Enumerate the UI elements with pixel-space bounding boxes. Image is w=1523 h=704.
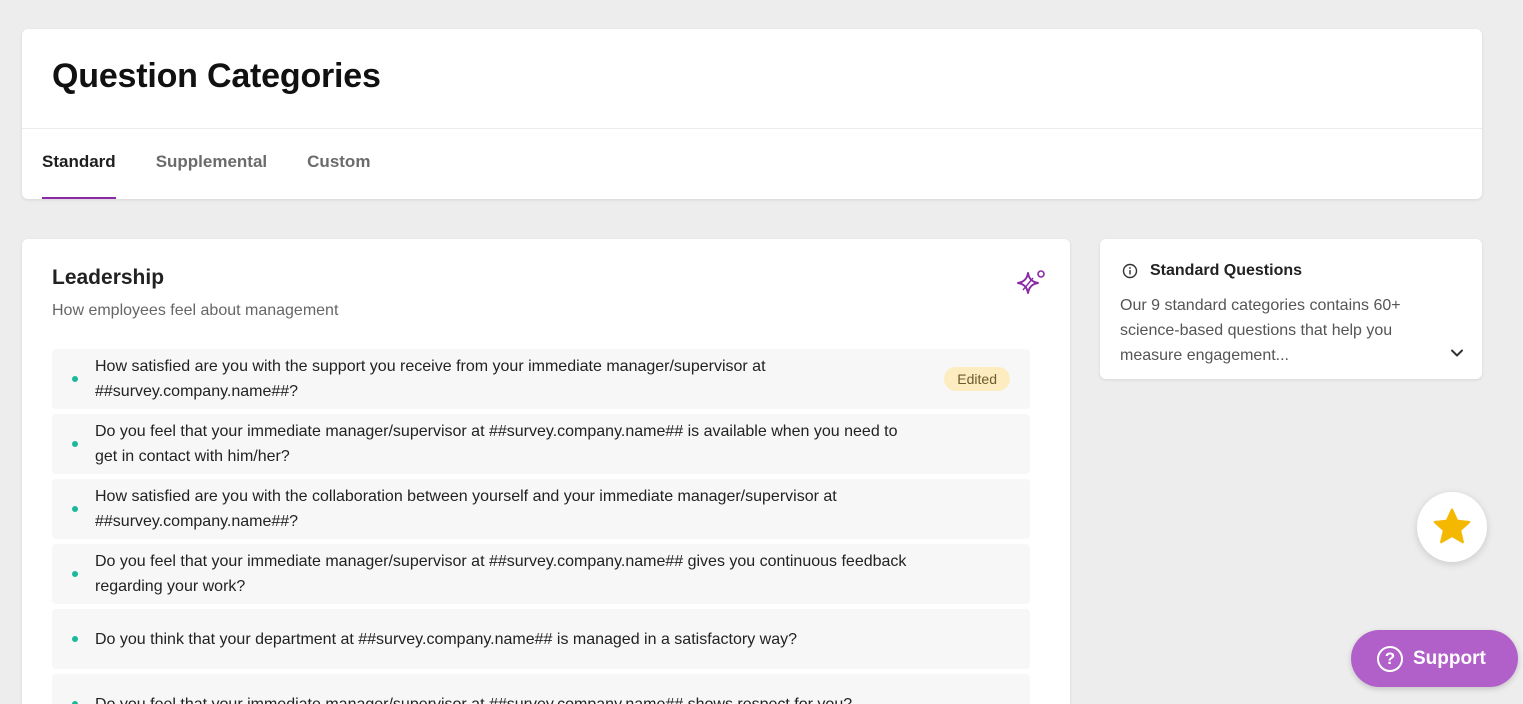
question-item[interactable]: How satisfied are you with the collabora… <box>52 479 1030 539</box>
info-title: Standard Questions <box>1150 262 1303 279</box>
help-question-icon: ? <box>1377 645 1403 672</box>
question-item[interactable]: Do you feel that your immediate manager/… <box>52 414 1030 474</box>
category-subtitle: How employees feel about management <box>52 302 339 319</box>
question-text: How satisfied are you with the collabora… <box>95 488 837 530</box>
bullet-dot <box>72 506 78 512</box>
question-text: Do you feel that your immediate manager/… <box>95 423 898 465</box>
question-text: Do you feel that your immediate manager/… <box>95 553 907 595</box>
favorite-star-button[interactable] <box>1417 492 1487 562</box>
support-label: Support <box>1413 647 1486 669</box>
tab-supplemental[interactable]: Supplemental <box>156 129 267 199</box>
category-title: Leadership <box>52 266 165 289</box>
chevron-down-icon[interactable] <box>1448 344 1466 362</box>
standard-questions-info-card: Standard Questions Our 9 standard catego… <box>1100 239 1482 379</box>
question-item[interactable]: How satisfied are you with the support y… <box>52 349 1030 409</box>
tab-custom[interactable]: Custom <box>307 129 370 199</box>
info-body: Our 9 standard categories contains 60+ s… <box>1120 297 1401 364</box>
bullet-dot <box>72 571 78 577</box>
question-text: How satisfied are you with the support y… <box>95 358 766 400</box>
bullet-dot <box>72 636 78 642</box>
info-icon <box>1122 263 1138 279</box>
bullet-dot <box>72 376 78 382</box>
star-icon <box>1433 508 1471 544</box>
question-text: Do you feel that your immediate manager/… <box>95 695 853 704</box>
header-card: Question Categories Standard Supplementa… <box>22 29 1482 199</box>
tab-standard[interactable]: Standard <box>42 129 116 199</box>
question-text: Do you think that your department at ##s… <box>95 630 797 648</box>
question-item[interactable]: Do you feel that your immediate manager/… <box>52 674 1030 704</box>
question-list: How satisfied are you with the support y… <box>52 349 1030 704</box>
sparkle-ai-icon[interactable] <box>1014 267 1048 301</box>
question-item[interactable]: Do you feel that your immediate manager/… <box>52 544 1030 604</box>
edited-badge: Edited <box>944 367 1010 391</box>
category-tabs: Standard Supplemental Custom <box>42 129 410 199</box>
category-card-leadership: Leadership How employees feel about mana… <box>22 239 1070 704</box>
support-button[interactable]: ? Support <box>1351 630 1518 687</box>
question-item[interactable]: Do you think that your department at ##s… <box>52 609 1030 669</box>
bullet-dot <box>72 441 78 447</box>
page-title: Question Categories <box>52 57 381 95</box>
page: Question Categories Standard Supplementa… <box>0 0 1523 704</box>
